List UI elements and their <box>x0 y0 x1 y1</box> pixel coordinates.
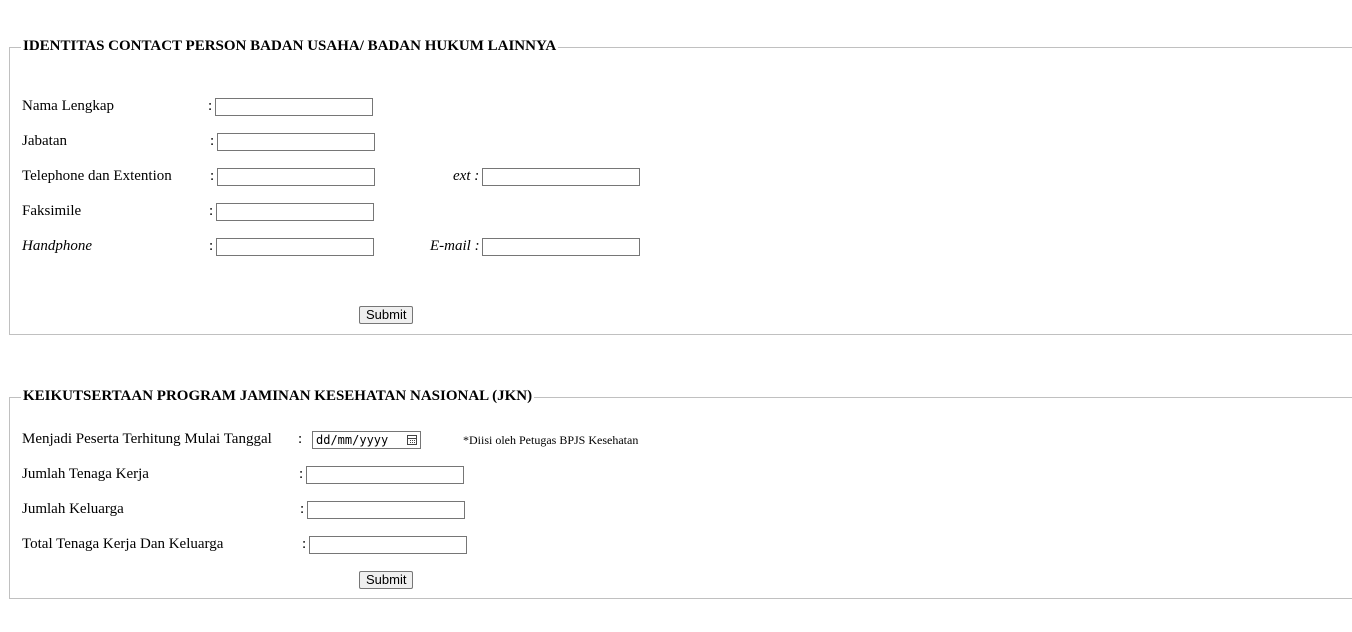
calendar-icon[interactable] <box>407 435 417 445</box>
tanggal-date-input[interactable]: dd/mm/yyyy <box>312 431 421 449</box>
telephone-colon: : <box>210 168 215 184</box>
keluarga-colon: : <box>300 501 305 517</box>
jabatan-colon: : <box>210 133 215 149</box>
faksimile-colon: : <box>209 203 214 219</box>
nama-lengkap-input[interactable] <box>215 98 373 116</box>
faksimile-input[interactable] <box>216 203 374 221</box>
contact-person-legend: IDENTITAS CONTACT PERSON BADAN USAHA/ BA… <box>21 38 559 55</box>
tanggal-date-placeholder: dd/mm/yyyy <box>316 433 389 447</box>
total-label: Total Tenaga Kerja Dan Keluarga <box>22 536 224 552</box>
handphone-input[interactable] <box>216 238 374 256</box>
total-input[interactable] <box>309 536 467 554</box>
tanggal-label: Menjadi Peserta Terhitung Mulai Tanggal <box>22 431 272 447</box>
email-input[interactable] <box>482 238 640 256</box>
petugas-note: *Diisi oleh Petugas BPJS Kesehatan <box>463 433 639 447</box>
keluarga-input[interactable] <box>307 501 465 519</box>
tenaga-kerja-colon: : <box>299 466 304 482</box>
jkn-fieldset <box>9 397 1352 599</box>
email-label: E-mail : <box>430 238 480 254</box>
nama-lengkap-label: Nama Lengkap <box>22 98 115 114</box>
handphone-colon: : <box>209 238 214 254</box>
tenaga-kerja-label: Jumlah Tenaga Kerja <box>22 466 149 482</box>
ext-input[interactable] <box>482 168 640 186</box>
faksimile-label: Faksimile <box>22 203 82 219</box>
contact-submit-button[interactable]: Submit <box>359 306 414 324</box>
jkn-legend: KEIKUTSERTAAN PROGRAM JAMINAN KESEHATAN … <box>21 388 535 405</box>
telephone-label: Telephone dan Extention <box>22 168 172 184</box>
jkn-submit-button[interactable]: Submit <box>359 571 414 589</box>
jabatan-input[interactable] <box>217 133 375 151</box>
keluarga-label: Jumlah Keluarga <box>22 501 124 517</box>
total-colon: : <box>302 536 307 552</box>
jabatan-label: Jabatan <box>22 133 67 149</box>
handphone-label: Handphone <box>22 238 92 254</box>
contact-person-fieldset <box>9 47 1352 335</box>
ext-label: ext : <box>453 168 480 184</box>
telephone-input[interactable] <box>217 168 375 186</box>
tenaga-kerja-input[interactable] <box>306 466 464 484</box>
tanggal-colon: : <box>298 431 303 447</box>
nama-lengkap-colon: : <box>208 98 213 114</box>
